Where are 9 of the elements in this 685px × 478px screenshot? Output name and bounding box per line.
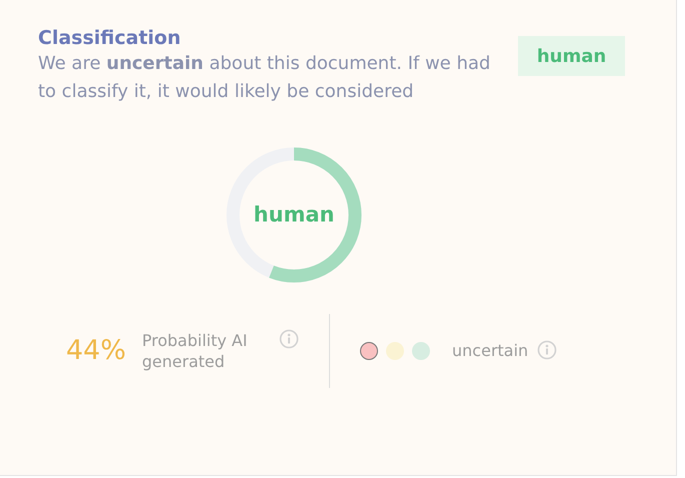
info-icon[interactable] (279, 329, 300, 349)
gauge-label: human (252, 201, 336, 228)
human-badge: human (518, 36, 625, 76)
section-title: Classification (38, 26, 182, 50)
classification-sentence: We are uncertain about this document. If we had to classify it, it would likely be considered (38, 52, 492, 104)
uncertainty-label: uncertain (452, 340, 528, 362)
info-icon[interactable] (537, 340, 558, 360)
probability-label: Probability AI generated (142, 330, 248, 372)
probability-value: 44% (66, 334, 126, 368)
